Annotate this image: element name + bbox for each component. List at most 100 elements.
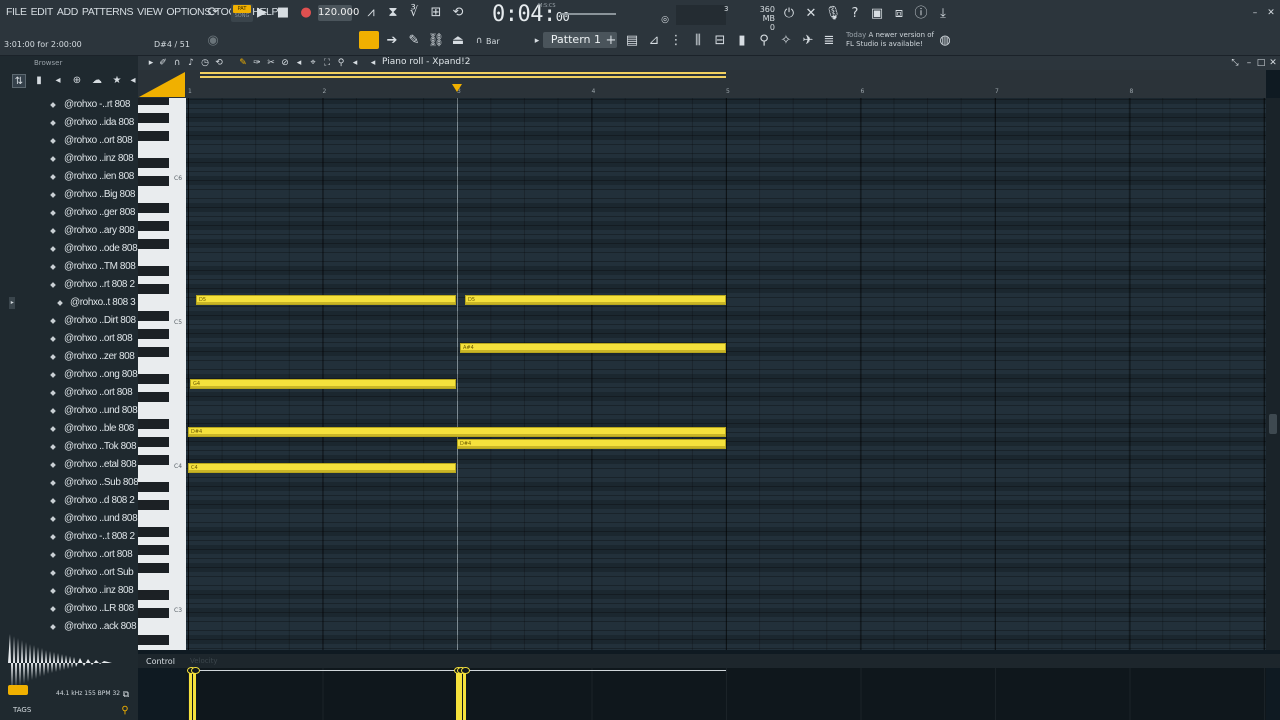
- scrollbar-thumb[interactable]: [1269, 414, 1277, 434]
- browser-cloud-icon[interactable]: ☁: [90, 74, 104, 88]
- record-icon[interactable]: ●: [297, 4, 315, 22]
- microphone-icon[interactable]: 🎙: [824, 5, 842, 23]
- black-key[interactable]: [138, 131, 169, 141]
- pencil-icon[interactable]: ✎: [405, 32, 423, 50]
- note-grid[interactable]: D5D5A#4G4D#4D#4D4C4: [186, 98, 1266, 650]
- tempo-display[interactable]: 120.000: [318, 5, 359, 21]
- globe-icon[interactable]: ◍: [936, 32, 954, 50]
- black-key[interactable]: [138, 392, 169, 402]
- black-key[interactable]: [138, 158, 169, 168]
- song-position[interactable]: 0:04:00: [492, 2, 570, 27]
- close-window-icon[interactable]: ✕: [1262, 4, 1280, 22]
- pattern-song-toggle[interactable]: PAT SONG: [231, 4, 253, 22]
- stamp-icon[interactable]: ⏏: [449, 32, 467, 50]
- chain-icon[interactable]: ⛓: [427, 32, 445, 50]
- scroll-knob-icon[interactable]: ◉: [204, 32, 222, 50]
- velocity-bar[interactable]: [187, 667, 196, 720]
- browser-item[interactable]: @rohxo ..ort Sub: [0, 564, 138, 582]
- browser-item[interactable]: @rohxo ..LR 808: [0, 600, 138, 618]
- black-key[interactable]: [138, 419, 169, 429]
- mixer-icon[interactable]: ⧈: [890, 5, 908, 23]
- black-key[interactable]: [138, 545, 169, 555]
- control-selector[interactable]: Control: [146, 657, 175, 666]
- black-key[interactable]: [138, 455, 169, 465]
- browser-item[interactable]: @rohxo ..Sub 808: [0, 474, 139, 492]
- velocity-bar[interactable]: [457, 667, 466, 720]
- pr-close-icon[interactable]: ✕: [1264, 54, 1280, 72]
- black-key[interactable]: [138, 176, 169, 186]
- link-icon[interactable]: ✕: [802, 5, 820, 23]
- black-key[interactable]: [138, 563, 169, 573]
- preview-play-button[interactable]: [8, 685, 28, 695]
- browser-arrow-left-icon[interactable]: ◂: [51, 74, 65, 88]
- black-key[interactable]: [138, 239, 169, 249]
- note[interactable]: G4: [190, 379, 456, 389]
- piano-roll-snap-icon[interactable]: [359, 31, 379, 49]
- add-pattern-icon[interactable]: +: [602, 32, 620, 50]
- help-icon[interactable]: ?: [846, 5, 864, 23]
- snap-selector[interactable]: Bar: [486, 37, 500, 46]
- info-icon[interactable]: ⓘ: [912, 5, 930, 23]
- plugin-database-icon[interactable]: ⊟: [711, 32, 729, 50]
- step-edit-icon[interactable]: ⊞: [427, 4, 445, 22]
- browser-item[interactable]: @rohxo ..ble 808: [0, 420, 138, 438]
- master-volume-slider[interactable]: [560, 13, 616, 15]
- countdown-icon[interactable]: ∛: [405, 4, 423, 22]
- wait-input-icon[interactable]: ⧗: [384, 4, 402, 22]
- download-icon[interactable]: ⤓: [934, 5, 952, 23]
- browser-item[interactable]: @rohxo ..ger 808: [0, 204, 138, 222]
- browser-item[interactable]: @rohxo ..zer 808: [0, 348, 138, 366]
- browser-item[interactable]: @rohxo ..Big 808: [0, 186, 138, 204]
- black-key[interactable]: [138, 329, 169, 339]
- menu-edit[interactable]: EDIT: [29, 6, 55, 18]
- black-key[interactable]: [138, 311, 169, 321]
- black-key[interactable]: [138, 608, 169, 618]
- piano-keyboard[interactable]: C6 C5 C4 C3: [138, 98, 186, 650]
- cart-icon[interactable]: ≣: [820, 32, 838, 50]
- browser-item[interactable]: @rohxo ..ong 808: [0, 366, 138, 384]
- browser-item[interactable]: @rohxo ..ary 808: [0, 222, 138, 240]
- tags-label[interactable]: TAGS: [13, 706, 31, 714]
- black-key[interactable]: [138, 98, 169, 105]
- black-key[interactable]: [138, 374, 169, 384]
- note[interactable]: C4: [188, 463, 456, 473]
- browser-item[interactable]: @rohxo ..TM 808: [0, 258, 138, 276]
- menu-view[interactable]: VIEW: [135, 6, 164, 18]
- browser-item[interactable]: @rohxo ..ort 808: [0, 330, 138, 348]
- black-key[interactable]: [138, 266, 169, 276]
- black-key[interactable]: [138, 284, 169, 294]
- piano-roll-icon[interactable]: ⊿: [645, 32, 663, 50]
- browser-item[interactable]: @rohxo ..ien 808: [0, 168, 138, 186]
- menu-patterns[interactable]: PATTERNS: [80, 6, 135, 18]
- browser-item[interactable]: @rohxo ..und 808: [0, 402, 138, 420]
- vertical-scrollbar[interactable]: [1266, 98, 1280, 650]
- browser-item[interactable]: @rohxo ..ort 808: [0, 546, 138, 564]
- velocity-lane[interactable]: [186, 668, 1266, 720]
- master-pitch-knob[interactable]: ◎: [656, 11, 674, 29]
- browser-item[interactable]: @rohxo ..Tok 808: [0, 438, 138, 456]
- playhead-marker[interactable]: [452, 84, 462, 92]
- note[interactable]: D5: [196, 295, 456, 305]
- browser-back-icon[interactable]: ▮: [32, 74, 46, 88]
- black-key[interactable]: [138, 221, 169, 231]
- arrow-right-icon[interactable]: ➔: [383, 32, 401, 50]
- browser-item[interactable]: @rohxo ..inz 808: [0, 150, 138, 168]
- note[interactable]: D#4: [188, 427, 726, 437]
- note[interactable]: D5: [465, 295, 726, 305]
- black-key[interactable]: [138, 590, 169, 600]
- black-key[interactable]: [138, 113, 169, 123]
- browser-item[interactable]: @rohxo..t 808 3 ▸: [0, 294, 138, 312]
- browser-item[interactable]: @rohxo ..d 808 2: [0, 492, 138, 510]
- browser-toggle-icon[interactable]: ▮: [733, 32, 751, 50]
- menu-file[interactable]: FILE: [4, 6, 29, 18]
- browser-item[interactable]: @rohxo ..rt 808 2: [0, 276, 138, 294]
- black-key[interactable]: [138, 437, 169, 447]
- loop-region[interactable]: [200, 72, 726, 78]
- black-key[interactable]: [138, 203, 169, 213]
- black-key[interactable]: [138, 347, 169, 357]
- menu-add[interactable]: ADD: [55, 6, 80, 18]
- play-icon[interactable]: ▶: [253, 4, 271, 22]
- search-icon[interactable]: ⚲: [116, 702, 134, 720]
- browser-item[interactable]: @rohxo ..ode 808: [0, 240, 138, 258]
- browser-item[interactable]: @rohxo ..etal 808: [0, 456, 138, 474]
